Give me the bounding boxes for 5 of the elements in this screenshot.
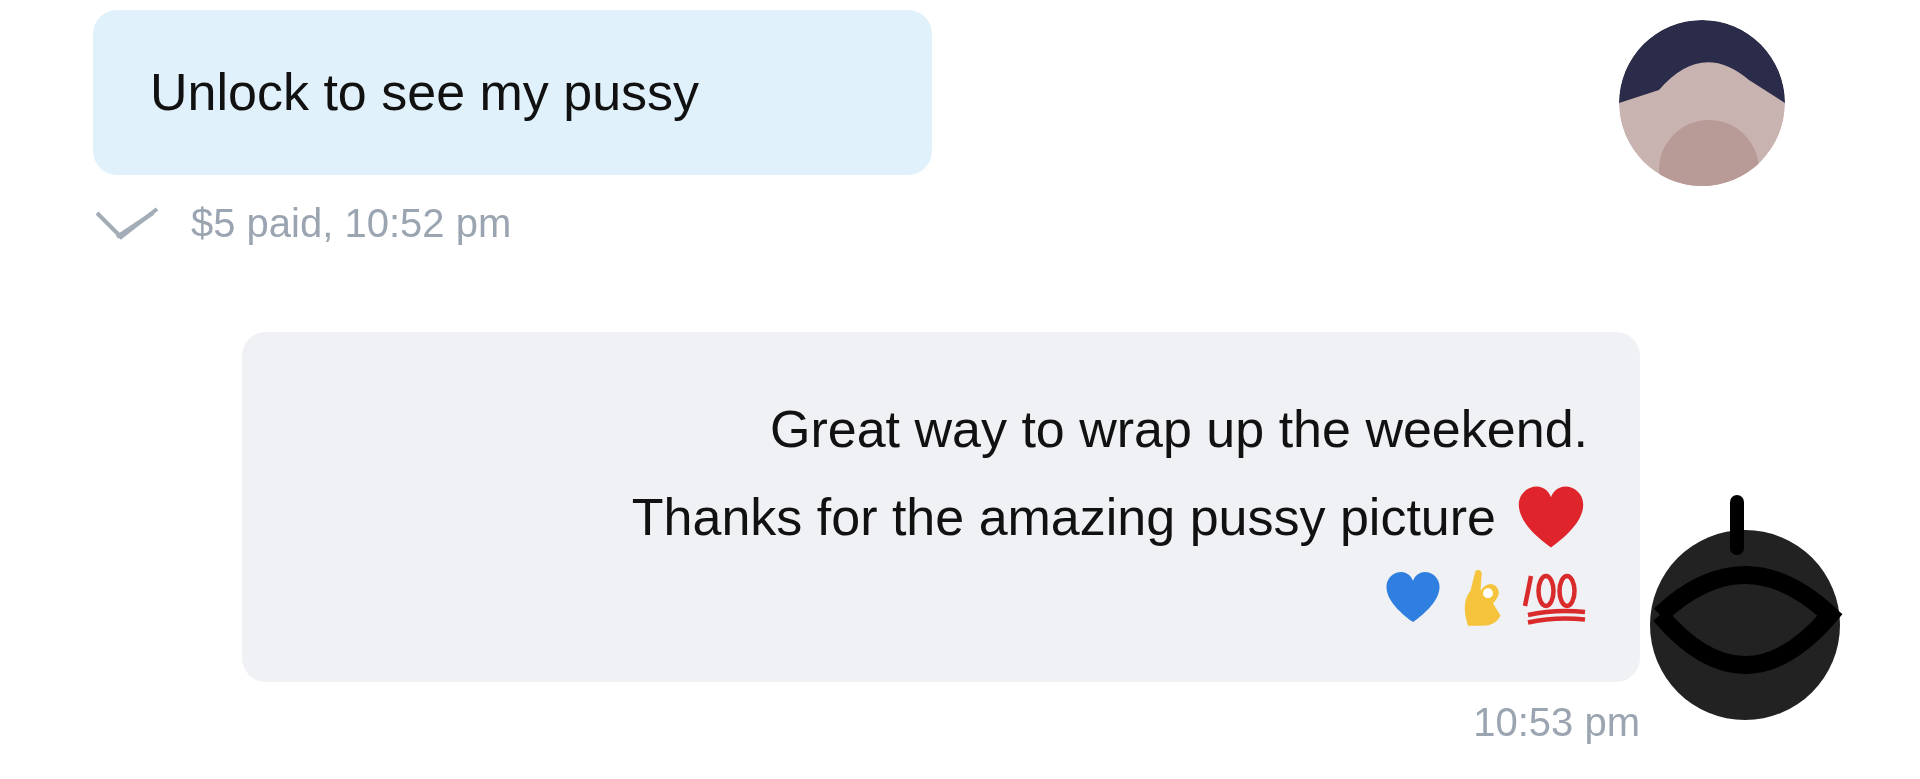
message-text: Thanks for the amazing pussy picture xyxy=(631,487,1496,548)
message-text: Unlock to see my pussy xyxy=(150,62,700,124)
message-time: 10:53 pm xyxy=(1473,700,1640,745)
message-text: Great way to wrap up the weekend. xyxy=(770,398,1588,460)
message-time: $5 paid, 10:52 pm xyxy=(191,201,512,246)
